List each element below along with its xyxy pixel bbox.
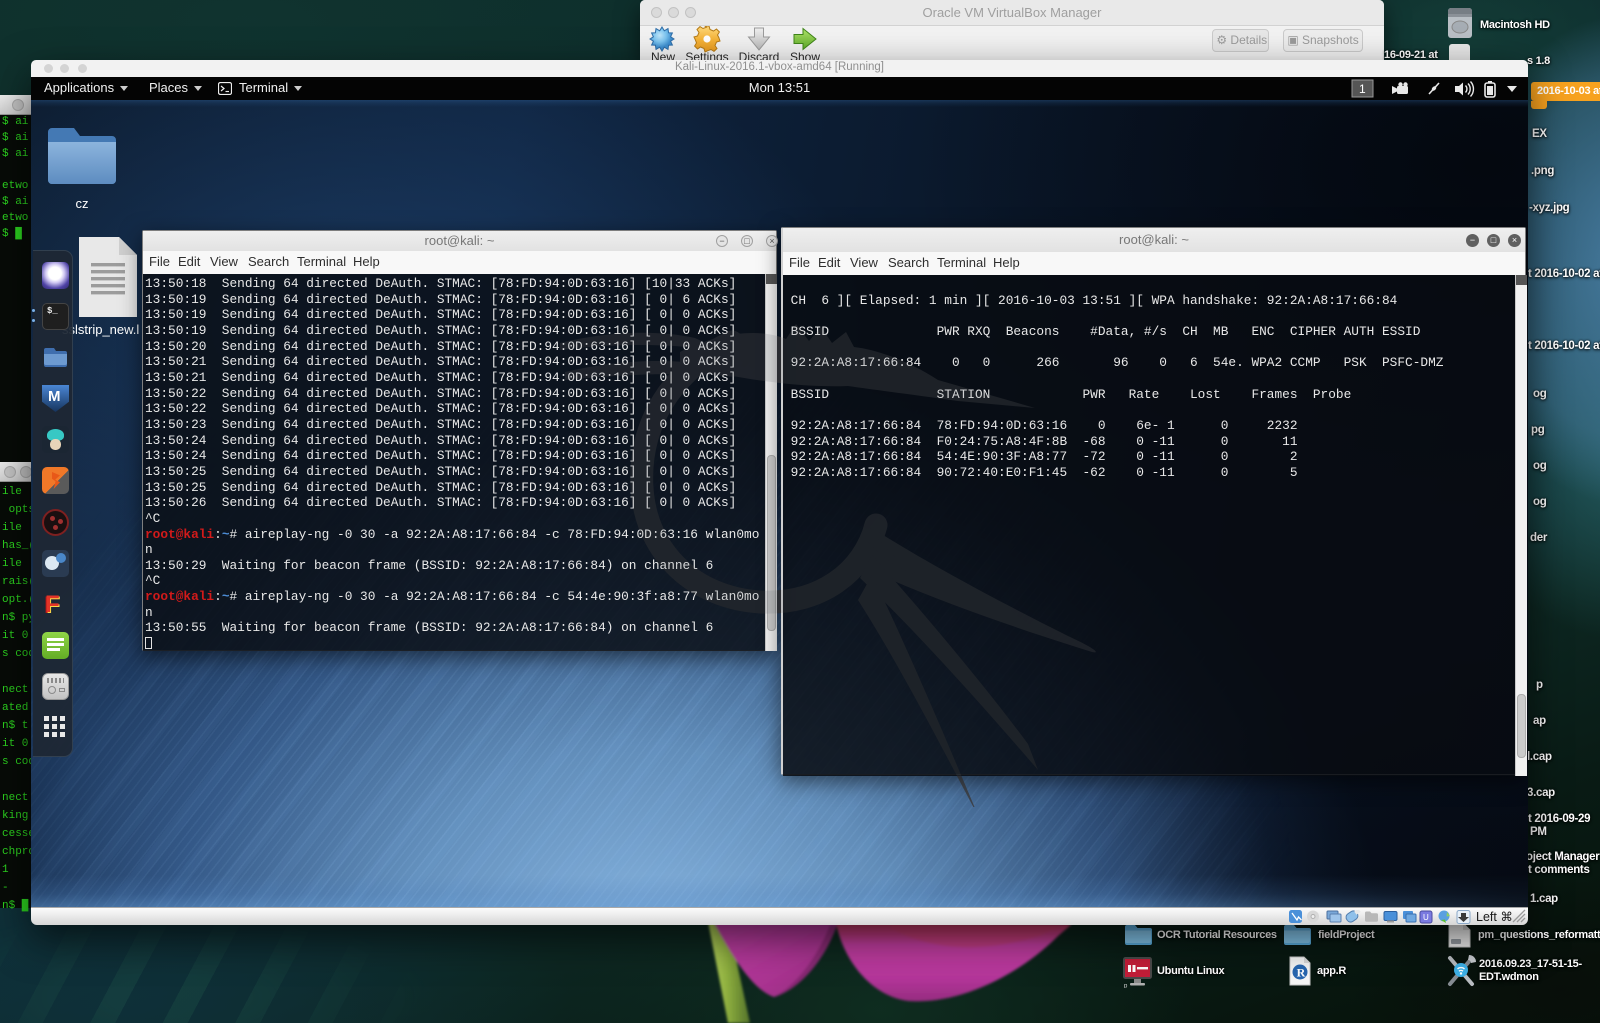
svg-text:R: R	[1297, 966, 1306, 980]
svg-text:U: U	[1423, 913, 1429, 922]
svg-text:1: 1	[1359, 82, 1366, 96]
svg-text:p: p	[1124, 984, 1128, 989]
